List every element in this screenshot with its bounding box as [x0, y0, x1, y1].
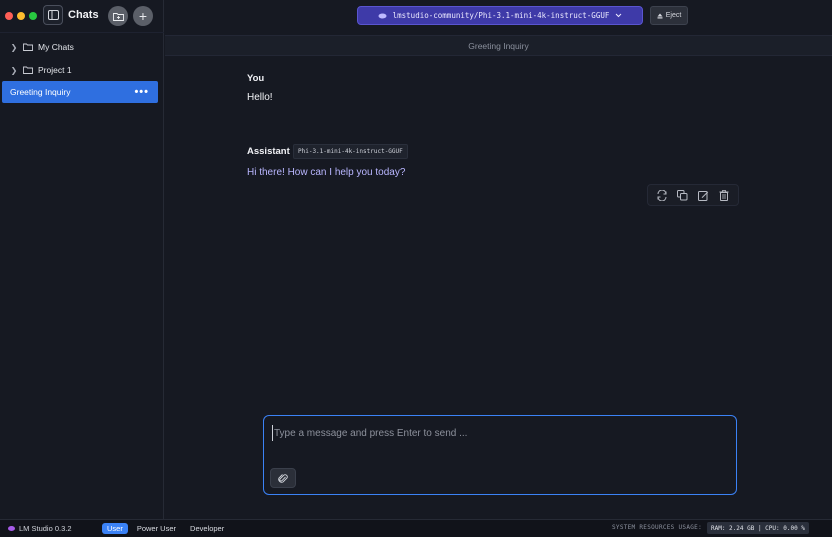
- sidebar-item-label: My Chats: [38, 42, 74, 52]
- sidebar-item-my-chats[interactable]: ❯ My Chats: [0, 37, 158, 57]
- eject-label: Eject: [665, 12, 682, 19]
- folder-icon: [23, 43, 33, 51]
- window-minimize-button[interactable]: [17, 12, 25, 20]
- sidebar-toggle-button[interactable]: [43, 5, 63, 25]
- chat-title: Greeting Inquiry: [468, 40, 529, 51]
- chevron-down-icon: [616, 13, 622, 18]
- window-zoom-button[interactable]: [29, 12, 37, 20]
- sidebar-item-label: Project 1: [38, 65, 72, 75]
- status-bar: LM Studio 0.3.2 User Power User Develope…: [0, 519, 832, 537]
- attach-button[interactable]: [270, 468, 296, 488]
- plus-icon: +: [138, 8, 148, 24]
- sidebar-toggle-icon: [47, 10, 59, 20]
- eject-button[interactable]: Eject: [650, 6, 688, 25]
- window-close-button[interactable]: [5, 12, 13, 20]
- chats-title: Chats: [68, 9, 99, 21]
- resources-label: SYSTEM RESOURCES USAGE:: [612, 524, 702, 531]
- lmstudio-logo-icon: [8, 526, 15, 531]
- app-brand: LM Studio 0.3.2: [8, 524, 102, 533]
- sidebar-titlebar: Chats +: [0, 0, 164, 33]
- model-icon: [378, 13, 387, 18]
- new-folder-button[interactable]: [108, 6, 128, 26]
- message-actions: [647, 184, 739, 206]
- assistant-model-tag: Phi-3.1-mini-4k-instruct-GGUF: [293, 144, 408, 159]
- mode-power-user-button[interactable]: Power User: [132, 523, 181, 534]
- chat-item-label: Greeting Inquiry: [10, 87, 71, 97]
- eject-icon: [657, 13, 663, 18]
- sidebar-item-project-1[interactable]: ❯ Project 1: [0, 60, 158, 80]
- user-message: Hello!: [247, 92, 273, 103]
- chat-title-bar: Greeting Inquiry: [165, 35, 832, 56]
- resources-value[interactable]: RAM: 2.24 GB | CPU: 0.00 %: [707, 522, 809, 534]
- assistant-message: Hi there! How can I help you today?: [247, 167, 406, 178]
- app-version: LM Studio 0.3.2: [19, 524, 72, 533]
- message-input[interactable]: [272, 425, 722, 441]
- sidebar-item-greeting-inquiry[interactable]: Greeting Inquiry •••: [2, 81, 158, 103]
- user-role-label: You: [247, 73, 265, 84]
- assistant-role-label: Assistant: [247, 146, 290, 157]
- chevron-right-icon[interactable]: ❯: [8, 66, 20, 75]
- chevron-right-icon[interactable]: ❯: [8, 43, 20, 52]
- message-composer: [263, 415, 737, 495]
- model-selector[interactable]: lmstudio-community/Phi-3.1-mini-4k-instr…: [357, 6, 643, 25]
- model-name: lmstudio-community/Phi-3.1-mini-4k-instr…: [392, 11, 610, 20]
- new-chat-button[interactable]: +: [133, 6, 153, 26]
- mode-developer-button[interactable]: Developer: [185, 523, 229, 534]
- more-options-icon[interactable]: •••: [134, 86, 149, 98]
- mode-user-button[interactable]: User: [102, 523, 128, 534]
- folder-icon: [23, 66, 33, 74]
- sidebar: Chats + ❯ My Chats ❯ Project 1 Greeting …: [0, 0, 164, 519]
- folder-plus-icon: [112, 12, 124, 21]
- paperclip-icon: [278, 473, 288, 483]
- trash-icon[interactable]: [716, 187, 732, 203]
- edit-icon[interactable]: [695, 187, 711, 203]
- copy-icon[interactable]: [675, 187, 691, 203]
- regenerate-icon[interactable]: [654, 187, 670, 203]
